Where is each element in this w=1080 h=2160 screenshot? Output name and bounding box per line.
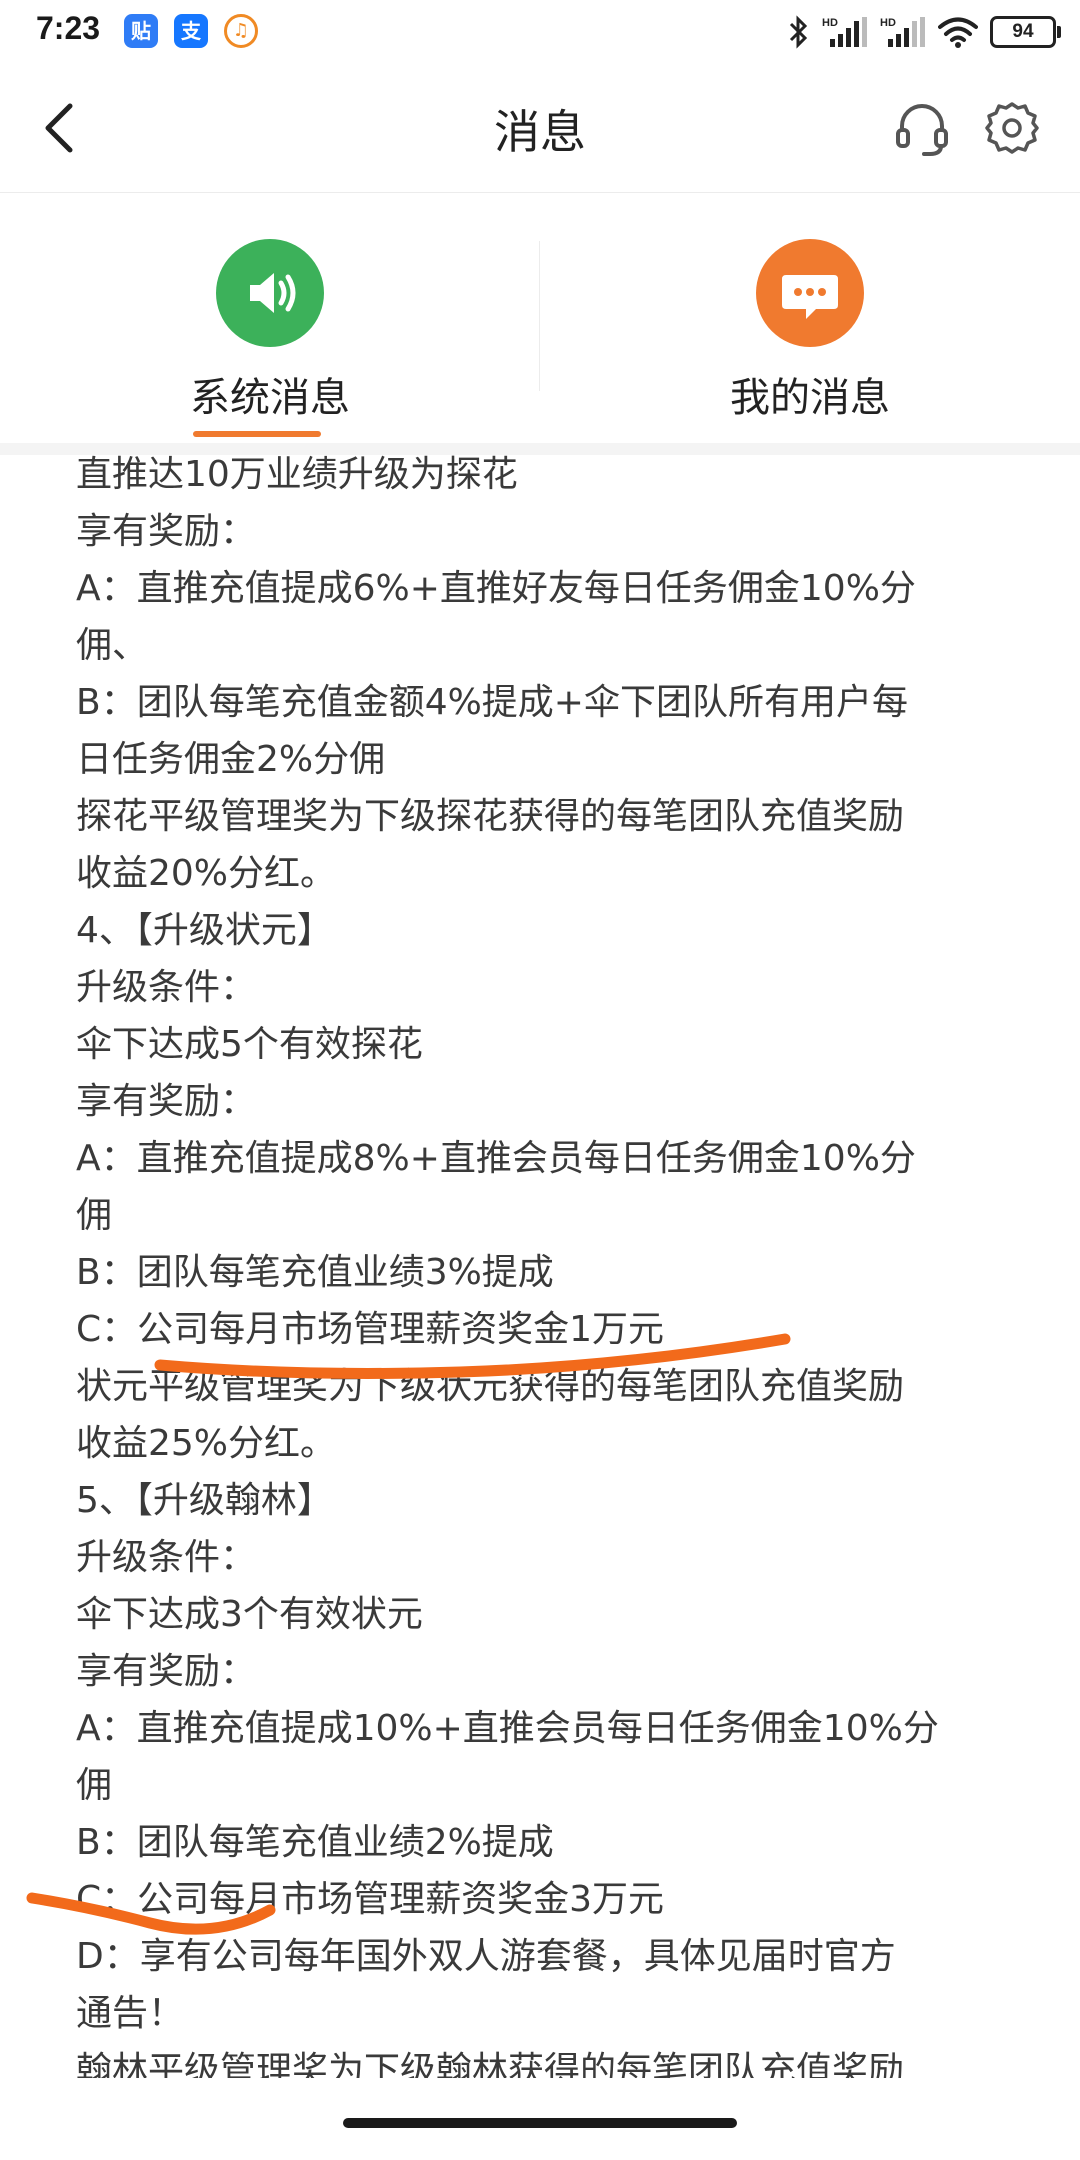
settings-button[interactable] bbox=[982, 98, 1042, 158]
speaker-icon bbox=[216, 239, 324, 347]
tieba-app-icon: 贴 bbox=[124, 14, 158, 48]
message-line: 伞下达成3个有效状元 bbox=[76, 1594, 423, 1635]
battery-indicator: 94 bbox=[990, 16, 1061, 48]
tab-my-messages[interactable]: 我的消息 bbox=[540, 193, 1080, 443]
hd-signal-icon: HD bbox=[880, 17, 925, 47]
message-line: C：公司每月市场管理薪资奖金1万元 bbox=[76, 1309, 665, 1350]
message-line: 4、【升级状元】 bbox=[76, 910, 333, 951]
message-line: 佣、 bbox=[76, 625, 149, 666]
message-line: 佣 bbox=[76, 1195, 113, 1236]
message-line: 翰林平级管理奖为下级翰林获得的每笔团队充值奖励 bbox=[76, 2050, 905, 2079]
message-line: 探花平级管理奖为下级探花获得的每笔团队充值奖励 bbox=[76, 796, 905, 837]
navigation-bar bbox=[0, 2078, 1080, 2160]
svg-text:HD: HD bbox=[822, 17, 838, 29]
message-line: B：团队每笔充值业绩2%提成 bbox=[76, 1822, 554, 1863]
status-time: 7:23 bbox=[36, 10, 101, 46]
message-line: 升级条件： bbox=[76, 1537, 257, 1578]
message-line: 升级条件： bbox=[76, 967, 257, 1008]
message-line: A：直推充值提成10%+直推会员每日任务佣金10%分 bbox=[76, 1708, 939, 1749]
tab-system-messages[interactable]: 系统消息 bbox=[0, 193, 540, 443]
message-line: A：直推充值提成6%+直推好友每日任务佣金10%分 bbox=[76, 568, 916, 609]
tab-system-messages-label: 系统消息 bbox=[190, 375, 350, 421]
alipay-app-icon: 支 bbox=[174, 14, 208, 48]
message-line: D：享有公司每年国外双人游套餐，具体见届时官方 bbox=[76, 1936, 896, 1977]
gear-icon bbox=[985, 102, 1039, 154]
hd-signal-icon: HD bbox=[822, 17, 867, 47]
bluetooth-icon bbox=[789, 15, 808, 49]
message-line: 日任务佣金2%分佣 bbox=[76, 739, 386, 780]
message-line: 5、【升级翰林】 bbox=[76, 1480, 333, 1521]
message-line: C：公司每月市场管理薪资奖金3万元 bbox=[76, 1879, 665, 1920]
message-line: 享有奖励： bbox=[76, 511, 257, 552]
message-line: 收益25%分红。 bbox=[76, 1423, 337, 1464]
message-content: 直推达10万业绩升级为探花 享有奖励： A：直推充值提成6%+直推好友每日任务佣… bbox=[0, 455, 1080, 2078]
title-bar: 消息 bbox=[0, 66, 1080, 193]
svg-text:HD: HD bbox=[880, 17, 896, 29]
section-divider bbox=[0, 443, 1080, 455]
message-line: 享有奖励： bbox=[76, 1081, 257, 1122]
message-line: 享有奖励： bbox=[76, 1651, 257, 1692]
message-line: 收益20%分红。 bbox=[76, 853, 337, 894]
message-line: 伞下达成5个有效探花 bbox=[76, 1024, 423, 1065]
home-indicator[interactable] bbox=[343, 2118, 737, 2128]
status-bar: 7:23 贴 支 ♫ HD HD 94 bbox=[0, 0, 1080, 66]
customer-service-button[interactable] bbox=[892, 98, 952, 158]
headset-icon bbox=[896, 104, 948, 156]
message-line: 通告！ bbox=[76, 1993, 185, 2034]
message-line: 直推达10万业绩升级为探花 bbox=[76, 455, 518, 495]
chat-bubble-icon bbox=[756, 239, 864, 347]
active-tab-indicator bbox=[193, 431, 321, 437]
message-line: 佣 bbox=[76, 1765, 113, 1806]
message-line: B：团队每笔充值金额4%提成+伞下团队所有用户每 bbox=[76, 682, 908, 723]
message-line: A：直推充值提成8%+直推会员每日任务佣金10%分 bbox=[76, 1138, 916, 1179]
message-line: B：团队每笔充值业绩3%提成 bbox=[76, 1252, 554, 1293]
message-tabs: 系统消息 我的消息 bbox=[0, 193, 1080, 443]
message-line: 状元平级管理奖为下级状元获得的每笔团队充值奖励 bbox=[76, 1366, 905, 1407]
tab-my-messages-label: 我的消息 bbox=[730, 375, 890, 421]
wifi-icon bbox=[938, 17, 978, 48]
music-app-icon: ♫ bbox=[224, 14, 258, 48]
